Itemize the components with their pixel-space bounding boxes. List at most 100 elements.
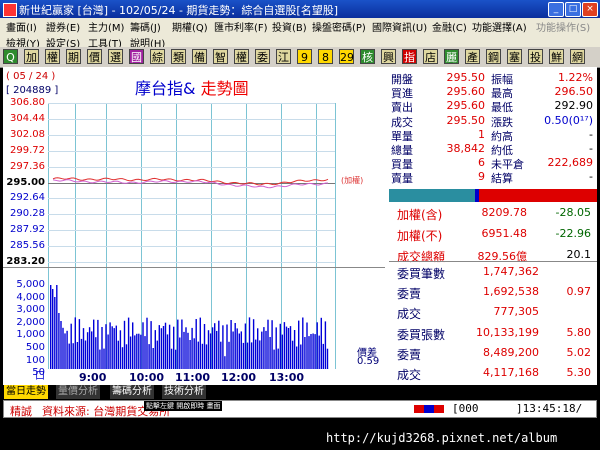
- menu-item[interactable]: 籌碼(J): [130, 19, 161, 34]
- volume-bar: [144, 336, 146, 369]
- index-row: 加權(不) 6951.48 -22.96: [389, 227, 597, 248]
- volume-bar: [173, 326, 175, 369]
- volume-bar: [70, 323, 72, 369]
- maximize-button[interactable]: □: [565, 2, 581, 17]
- tab-intraday[interactable]: 當日走勢: [4, 385, 48, 399]
- menu-item[interactable]: 功能選擇(A): [472, 19, 527, 34]
- series-line-futures: [52, 177, 329, 186]
- volume-bar: [322, 343, 324, 369]
- toolbar-button[interactable]: 國: [129, 49, 144, 64]
- menu-item[interactable]: 匯市利率(F): [214, 19, 268, 34]
- tab-technical[interactable]: 技術分析: [162, 385, 206, 399]
- quote-value: 295.50: [446, 71, 486, 84]
- toolbar-button[interactable]: 店: [423, 49, 438, 64]
- close-button[interactable]: ×: [582, 2, 598, 17]
- toolbar-button[interactable]: 鋼: [486, 49, 501, 64]
- volume-bar: [250, 342, 253, 369]
- volume-bar: [99, 349, 101, 369]
- order-stat-row: 成交 4,117,168 5.30: [389, 366, 597, 387]
- volume-bar: [101, 327, 103, 369]
- volume-bar: [197, 341, 199, 369]
- toolbar-button[interactable]: 選: [108, 49, 123, 64]
- menu-bar-primary: 畫面(I) 證券(E) 主力(M) 籌碼(J) 期權(Q) 匯市利率(F) 投資…: [0, 18, 600, 34]
- volume-bar: [269, 337, 271, 369]
- toolbar-button[interactable]: 29: [339, 49, 354, 64]
- toolbar-button[interactable]: 產: [465, 49, 480, 64]
- index-row: 加權(含) 8209.78 -28.05: [389, 206, 597, 227]
- volume-bar: [181, 319, 183, 369]
- quote-value: 292.90: [554, 99, 594, 113]
- quote-value: -: [589, 127, 593, 141]
- volume-bar: [113, 328, 115, 369]
- volume-bar: [109, 322, 111, 369]
- trend-chart-area: ( 05 / 24 ) [ 204889 ] 摩台指& 走勢圖 306.80 30…: [3, 67, 385, 385]
- order-stat-value: 4,117,168: [483, 366, 539, 379]
- menu-item[interactable]: 證券(E): [46, 19, 80, 34]
- index-change: 20.1: [566, 248, 592, 261]
- toolbar-button[interactable]: 塞: [507, 49, 522, 64]
- minimize-button[interactable]: _: [548, 2, 564, 17]
- volume-bar: [314, 334, 316, 369]
- toolbar-button[interactable]: 類: [171, 49, 186, 64]
- menu-item[interactable]: 操盤密碼(P): [312, 19, 366, 34]
- volume-bar: [95, 337, 97, 369]
- volume-bar: [263, 327, 265, 369]
- volume-bar: [158, 325, 160, 369]
- toolbar-button[interactable]: 委: [255, 49, 270, 64]
- time-tick-label: 12:00: [221, 371, 257, 384]
- order-stat-ratio: 5.80: [566, 325, 592, 339]
- volume-bar: [164, 322, 167, 369]
- menu-item[interactable]: 金融(C): [432, 19, 467, 34]
- volume-bar: [179, 337, 181, 369]
- toolbar-button[interactable]: 江: [276, 49, 291, 64]
- time-tick-label: 13:00: [269, 371, 305, 384]
- price-chart-svg: [50, 177, 329, 369]
- spread-value: 0.59: [357, 356, 380, 367]
- status-code: [000: [452, 402, 479, 415]
- volume-bar: [175, 349, 177, 369]
- index-label: 成交總額: [397, 250, 446, 264]
- quote-value: -: [589, 142, 593, 155]
- menu-item-disabled: 功能操作(S): [536, 23, 591, 34]
- toolbar-button[interactable]: 加: [24, 49, 39, 64]
- toolbar-button[interactable]: 權: [234, 49, 249, 64]
- toolbar-button[interactable]: 價: [87, 49, 102, 64]
- volume-bar: [273, 349, 275, 369]
- menu-item[interactable]: 投資(B): [272, 19, 307, 34]
- menu-item[interactable]: 國際資訊(U): [372, 19, 427, 34]
- toolbar-button[interactable]: 麗: [444, 49, 459, 64]
- toolbar-button[interactable]: Q: [3, 49, 18, 64]
- toolbar-button[interactable]: 8: [318, 49, 333, 64]
- menu-item[interactable]: 畫面(I): [6, 19, 37, 34]
- volume-bar: [156, 340, 158, 369]
- volume-bar: [257, 328, 259, 369]
- volume-bar: [306, 322, 308, 369]
- toolbar-button[interactable]: 備: [192, 49, 207, 64]
- volume-bar: [275, 327, 277, 369]
- menu-item[interactable]: 主力(M): [88, 19, 124, 34]
- toolbar-button[interactable]: 綜: [150, 49, 165, 64]
- quote-value: 295.60: [446, 85, 486, 99]
- order-stat-label: 委賣: [397, 347, 422, 362]
- toolbar-button[interactable]: 權: [45, 49, 60, 64]
- toolbar-button[interactable]: 核: [360, 49, 375, 64]
- volume-bar: [121, 347, 124, 369]
- toolbar-button[interactable]: 網: [570, 49, 585, 64]
- tab-chip-analysis[interactable]: 籌碼分析: [110, 385, 154, 399]
- status-bar: 精誠 資料來源: 台灣期貨交易所 點擊左鍵 開啟即時 畫面 [000 ]13:4…: [3, 400, 597, 418]
- toolbar-button[interactable]: 智: [213, 49, 228, 64]
- toolbar-button[interactable]: 9: [297, 49, 312, 64]
- toolbar-button[interactable]: 鮮: [549, 49, 564, 64]
- quote-value: 6: [478, 156, 485, 170]
- volume-bar: [111, 326, 113, 369]
- volume-bar: [238, 333, 240, 369]
- volume-bar: [80, 338, 83, 369]
- toolbar-button[interactable]: 期: [66, 49, 81, 64]
- toolbar-button[interactable]: 投: [528, 49, 543, 64]
- volume-bar: [255, 339, 257, 369]
- tab-price-volume[interactable]: 量價分析: [56, 385, 100, 399]
- volume-bar: [304, 337, 306, 369]
- menu-item[interactable]: 期權(Q): [172, 19, 208, 34]
- toolbar-button[interactable]: 指: [402, 49, 417, 64]
- toolbar-button[interactable]: 興: [381, 49, 396, 64]
